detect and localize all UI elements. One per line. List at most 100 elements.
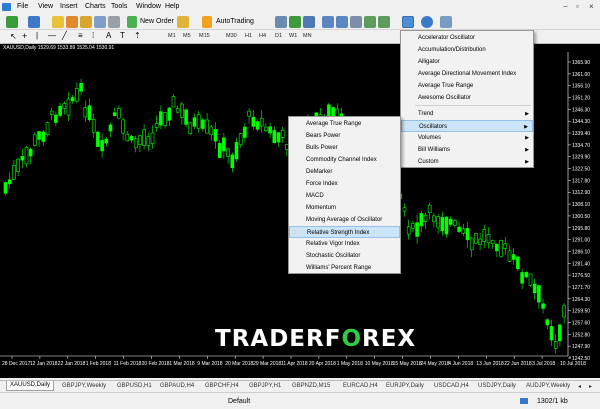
submenu-item-force-index[interactable]: Force Index bbox=[289, 178, 400, 190]
submenu-item-osma[interactable]: Moving Average of Oscillator bbox=[289, 214, 400, 226]
menu-charts[interactable]: Charts bbox=[85, 3, 106, 10]
candle-body bbox=[537, 285, 541, 303]
menu-item-trend[interactable]: Trend ▶ bbox=[401, 108, 533, 120]
tab-gbpjpy-h1[interactable]: GBPJPY,H1 bbox=[249, 383, 281, 389]
candle-body bbox=[255, 121, 260, 130]
bar-chart-icon[interactable] bbox=[275, 16, 287, 28]
menu-item-custom[interactable]: Custom ▶ bbox=[401, 156, 533, 168]
timeframe-d1[interactable]: D1 bbox=[275, 33, 282, 39]
tab-eurjpy-daily[interactable]: EURJPY,Daily bbox=[386, 383, 424, 389]
menu-item-bill-williams[interactable]: Bill Williams ▶ bbox=[401, 144, 533, 156]
crosshair-icon[interactable]: + bbox=[22, 31, 27, 41]
new-order-icon[interactable] bbox=[127, 16, 137, 28]
arrows-icon[interactable]: ⇡ bbox=[134, 31, 141, 40]
menu-item-oscillators[interactable]: Oscillators ▶ bbox=[401, 120, 533, 132]
submenu-item-demarker[interactable]: DeMarker bbox=[289, 166, 400, 178]
templates-icon[interactable] bbox=[440, 16, 452, 28]
tab-eurcad-h4[interactable]: EURCAD,H4 bbox=[343, 383, 378, 389]
submenu-item-stochastic[interactable]: Stochastic Oscillator bbox=[289, 250, 400, 262]
horizontal-line-icon[interactable]: — bbox=[48, 31, 56, 40]
menu-item-accelerator-oscillator[interactable]: Accelerator Oscillator bbox=[401, 32, 533, 44]
chart-shift-icon[interactable] bbox=[364, 16, 376, 28]
tab-usdjpy-daily[interactable]: USDJPY,Daily bbox=[478, 383, 516, 389]
menu-item-awesome-oscillator[interactable]: Awesome Oscillator bbox=[401, 92, 533, 104]
metaeditor-icon[interactable] bbox=[177, 16, 189, 28]
fibonacci-icon[interactable]: ⁞ bbox=[92, 31, 94, 40]
submenu-item-rsi[interactable]: Relative Strength Index bbox=[289, 226, 400, 238]
menu-item-volumes[interactable]: Volumes ▶ bbox=[401, 132, 533, 144]
autotrading-icon[interactable] bbox=[202, 16, 212, 28]
price-label: 1365.90 bbox=[572, 60, 590, 66]
submenu-item-cci[interactable]: Commodity Channel Index bbox=[289, 154, 400, 166]
submenu-item-bears-power[interactable]: Bears Power bbox=[289, 130, 400, 142]
menu-tools[interactable]: Tools bbox=[111, 3, 127, 10]
tab-gbpjpy-weekly[interactable]: GBPJPY,Weekly bbox=[62, 383, 106, 389]
cursor-icon[interactable]: ↖ bbox=[10, 32, 17, 41]
new-order-button[interactable]: New Order bbox=[140, 18, 174, 25]
autotrading-button[interactable]: AutoTrading bbox=[216, 18, 254, 25]
menu-item-admi[interactable]: Average Directional Movement Index bbox=[401, 68, 533, 80]
close-button[interactable]: × bbox=[589, 2, 594, 11]
menu-insert[interactable]: Insert bbox=[60, 3, 78, 10]
timeframe-m1[interactable]: M1 bbox=[168, 33, 176, 39]
timeframe-m15[interactable]: M15 bbox=[199, 33, 210, 39]
price-label: 1276.50 bbox=[572, 273, 590, 279]
vertical-line-icon[interactable]: | bbox=[36, 31, 38, 40]
menu-file[interactable]: File bbox=[17, 3, 28, 10]
candlesticks-icon[interactable] bbox=[289, 16, 301, 28]
candle-body bbox=[562, 305, 566, 318]
submenu-item-macd[interactable]: MACD bbox=[289, 190, 400, 202]
tester-icon[interactable] bbox=[108, 16, 120, 28]
tab-gbpusd-h1[interactable]: GBPUSD,H1 bbox=[117, 383, 152, 389]
text-icon[interactable]: A bbox=[106, 31, 111, 40]
submenu-arrow-icon: ▶ bbox=[525, 147, 529, 153]
timeframe-w1[interactable]: W1 bbox=[289, 33, 297, 39]
timeframe-m5[interactable]: M5 bbox=[183, 33, 191, 39]
price-label: 1344.30 bbox=[572, 119, 590, 125]
minimize-button[interactable]: − bbox=[563, 2, 568, 11]
market-watch-icon[interactable] bbox=[52, 16, 64, 28]
tabs-scroll-left-icon[interactable]: ◂ bbox=[578, 383, 581, 390]
tile-windows-icon[interactable] bbox=[350, 16, 362, 28]
submenu-item-momentum[interactable]: Momentum bbox=[289, 202, 400, 214]
submenu-item-average-true-range[interactable]: Average True Range bbox=[289, 118, 400, 130]
menu-window[interactable]: Window bbox=[136, 3, 161, 10]
zoom-out-icon[interactable] bbox=[336, 16, 348, 28]
timeframe-m30[interactable]: M30 bbox=[226, 33, 237, 39]
date-label: 1 Mar 2018 bbox=[169, 361, 195, 367]
zoom-in-icon[interactable] bbox=[322, 16, 334, 28]
tab-xauusd-daily[interactable]: XAUUSD,Daily bbox=[6, 381, 55, 391]
menu-separator bbox=[415, 105, 531, 106]
tab-audjpy-weekly[interactable]: AUDJPY,Weekly bbox=[526, 383, 570, 389]
tab-usdcad-h4[interactable]: USDCAD,H4 bbox=[434, 383, 469, 389]
timeframe-mn[interactable]: MN bbox=[303, 33, 312, 39]
autoscroll-icon[interactable] bbox=[378, 16, 390, 28]
menu-view[interactable]: View bbox=[38, 3, 53, 10]
timeframe-h1[interactable]: H1 bbox=[245, 33, 252, 39]
terminal-icon[interactable] bbox=[94, 16, 106, 28]
profiles-icon[interactable] bbox=[28, 16, 40, 28]
new-chart-icon[interactable] bbox=[6, 16, 18, 28]
menu-item-average-true-range[interactable]: Average True Range bbox=[401, 80, 533, 92]
label-icon[interactable]: T bbox=[120, 31, 125, 40]
restore-button[interactable]: ▫ bbox=[576, 2, 579, 11]
tab-gbpaud-h4[interactable]: GBPAUD,H4 bbox=[160, 383, 194, 389]
navigator-icon[interactable] bbox=[80, 16, 92, 28]
submenu-item-rvi[interactable]: Relative Vigor Index bbox=[289, 238, 400, 250]
tabs-scroll-right-icon[interactable]: ▸ bbox=[589, 383, 592, 390]
channel-icon[interactable]: ≡ bbox=[78, 31, 83, 40]
indicators-icon[interactable] bbox=[402, 16, 414, 28]
data-window-icon[interactable] bbox=[66, 16, 78, 28]
periods-icon[interactable] bbox=[421, 16, 433, 28]
submenu-item-williams-r[interactable]: Williams' Percent Range bbox=[289, 262, 400, 274]
menu-help[interactable]: Help bbox=[165, 3, 179, 10]
tab-gbpnzd-m15[interactable]: GBPNZD,M15 bbox=[292, 383, 330, 389]
tab-gbpchf-h4[interactable]: GBPCHF,H4 bbox=[205, 383, 239, 389]
candle-body bbox=[486, 234, 491, 244]
menu-item-accumulation-distribution[interactable]: Accumulation/Distribution bbox=[401, 44, 533, 56]
menu-item-alligator[interactable]: Alligator bbox=[401, 56, 533, 68]
line-chart-icon[interactable] bbox=[303, 16, 315, 28]
timeframe-h4[interactable]: H4 bbox=[259, 33, 266, 39]
trendline-icon[interactable]: ╱ bbox=[62, 31, 67, 40]
submenu-item-bulls-power[interactable]: Bulls Power bbox=[289, 142, 400, 154]
